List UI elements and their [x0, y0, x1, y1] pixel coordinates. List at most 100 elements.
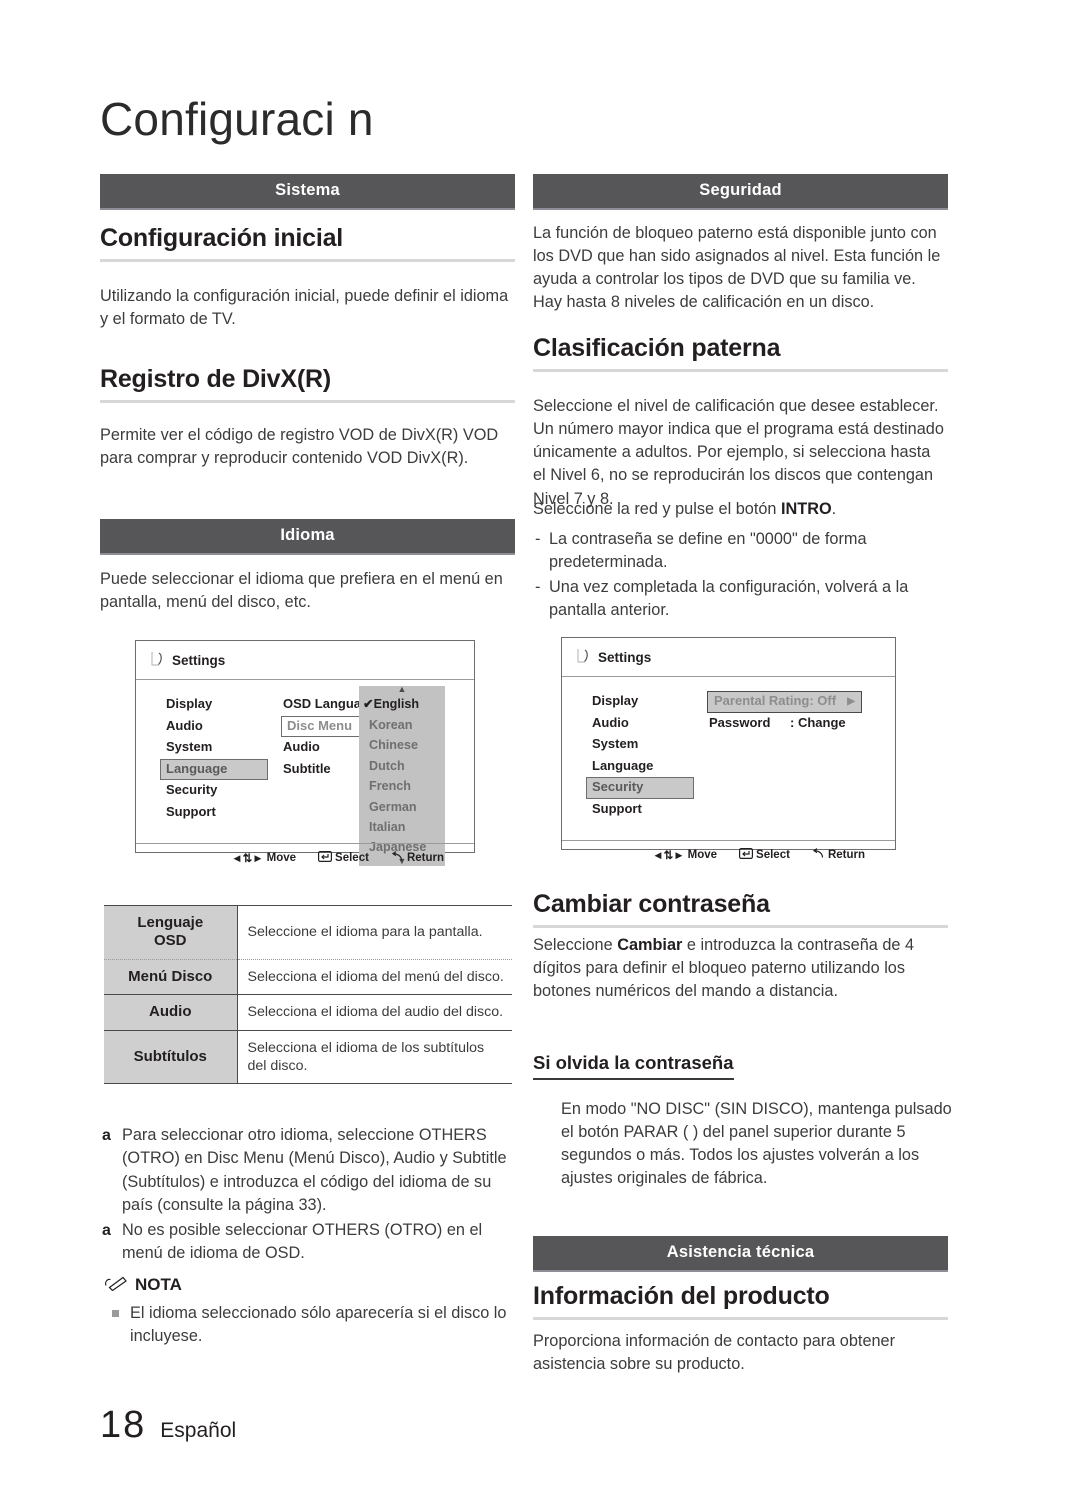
- page-language-label: Español: [160, 1419, 237, 1442]
- hint-move-label: Move: [687, 849, 718, 861]
- dropdown-item-french[interactable]: French: [359, 776, 445, 796]
- page-footer: 18 Español: [100, 1404, 236, 1447]
- cambiar-option-ref: Cambiar: [617, 936, 683, 954]
- para-informacion-producto: Proporciona información de contacto para…: [533, 1332, 896, 1374]
- table-term-label: Lenguaje OSD: [137, 914, 204, 950]
- dropdown-item-korean[interactable]: Korean: [359, 714, 445, 734]
- table-term-osd-language: Lenguaje OSD: [104, 905, 238, 960]
- para-seguridad: La función de bloqueo paterno está dispo…: [533, 224, 941, 312]
- osd-title-bar: Settings: [562, 638, 895, 677]
- a-note-text: No es posible seleccionar OTHERS (OTRO) …: [122, 1220, 483, 1263]
- nota-item-text: El idioma seleccionado sólo aparecería s…: [130, 1304, 507, 1346]
- osd-menu-item-system[interactable]: System: [160, 737, 268, 759]
- para-pre-text: Seleccione: [533, 936, 618, 954]
- para-idioma: Puede seleccionar el idioma que prefiera…: [100, 570, 503, 612]
- table-term-menu-disco: Menú Disco: [104, 959, 238, 996]
- subheading-si-olvida-contrasena: Si olvida la contraseña: [533, 1052, 734, 1080]
- nota-block: NOTA El idioma seleccionado sólo aparece…: [104, 1274, 516, 1348]
- heading-registro-divx: Registro de DivX(R): [100, 365, 515, 403]
- hint-move-label: Move: [266, 852, 297, 864]
- osd-left-menu: Display Audio System Language Security S…: [586, 691, 694, 820]
- osd-menu-item-support[interactable]: Support: [586, 799, 694, 821]
- a-bullet-icon: a: [102, 1127, 111, 1144]
- a-note-text: Para seleccionar otro idioma, seleccione…: [122, 1126, 507, 1215]
- osd-menu-item-language[interactable]: Language: [586, 756, 694, 778]
- table-term-subtitulos: Subtítulos: [104, 1030, 238, 1084]
- para-post-text: .: [831, 500, 837, 518]
- hint-select: Select: [739, 848, 790, 862]
- dash-bullet-icon: -: [535, 578, 541, 597]
- osd-menu-item-display[interactable]: Display: [160, 694, 268, 716]
- hint-return-label: Return: [827, 849, 865, 861]
- osd-row-password[interactable]: Password : Change: [707, 713, 862, 735]
- return-arrow-icon: [391, 851, 404, 865]
- dash-bullet-icon: -: [535, 530, 541, 548]
- table-row: Lenguaje OSD Seleccione el idioma para l…: [104, 905, 512, 960]
- heading-clasificacion-paterna: Clasificación paterna: [533, 334, 948, 372]
- dash-note-text: Una vez completada la configuración, vol…: [549, 578, 909, 620]
- osd-menu-item-display[interactable]: Display: [586, 691, 694, 713]
- hint-move: ◄⇅► Move: [231, 851, 296, 865]
- table-row: Audio Selecciona el idioma del audio del…: [104, 994, 512, 1031]
- a-notes-list: a Para seleccionar otro idioma, seleccio…: [100, 1124, 512, 1267]
- nota-items-list: El idioma seleccionado sólo aparecería s…: [104, 1302, 516, 1348]
- osd-settings-rows: Parental Rating : Off ▶ Password : Chang…: [707, 691, 862, 734]
- hint-return: Return: [812, 848, 865, 862]
- dropdown-scroll-up-icon[interactable]: ▲: [359, 685, 445, 694]
- osd-row-label: Parental Rating: [714, 693, 810, 708]
- hint-return-label: Return: [406, 852, 444, 864]
- table-row: Subtítulos Selecciona el idioma de los s…: [104, 1030, 512, 1084]
- hint-return: Return: [391, 851, 444, 865]
- dpad-icon: ◄⇅►: [652, 850, 685, 862]
- osd-menu-item-security[interactable]: Security: [586, 777, 694, 799]
- return-arrow-icon: [812, 848, 825, 862]
- list-item: a No es posible seleccionar OTHERS (OTRO…: [100, 1219, 512, 1266]
- gear-icon: [150, 651, 169, 670]
- table-term-audio: Audio: [104, 994, 238, 1031]
- right-arrow-icon[interactable]: ▶: [847, 696, 855, 707]
- dropdown-item-label: English: [373, 697, 420, 712]
- para-configuracion-inicial: Utilizando la configuración inicial, pue…: [100, 287, 509, 329]
- osd-language-dropdown[interactable]: ▲ ✔English Korean Chinese Dutch French G…: [359, 685, 445, 866]
- osd-title-text: Settings: [598, 650, 652, 665]
- dash-note-text: La contraseña se define en "0000" de for…: [549, 530, 867, 572]
- osd-row-value: : Off: [809, 693, 837, 708]
- hint-select-label: Select: [335, 852, 369, 864]
- hint-select: Select: [318, 851, 369, 865]
- heading-cambiar-contrasena: Cambiar contraseña: [533, 890, 948, 928]
- nota-label: NOTA: [135, 1275, 182, 1294]
- dropdown-item-german[interactable]: German: [359, 796, 445, 816]
- osd-row-parental-rating[interactable]: Parental Rating : Off ▶: [707, 691, 862, 713]
- dropdown-item-chinese[interactable]: Chinese: [359, 735, 445, 755]
- square-bullet-icon: [112, 1310, 119, 1317]
- para-si-olvida-contrasena: En modo "NO DISC" (SIN DISCO), mantenga …: [561, 1100, 952, 1188]
- osd-footer-hints: ◄⇅► Move Select Return: [136, 843, 474, 865]
- osd-menu-item-system[interactable]: System: [586, 734, 694, 756]
- a-bullet-icon: a: [102, 1221, 111, 1239]
- osd-title-text: Settings: [172, 653, 226, 668]
- dropdown-item-italian[interactable]: Italian: [359, 817, 445, 837]
- hint-select-label: Select: [756, 849, 790, 861]
- nota-heading: NOTA: [104, 1274, 516, 1296]
- osd-menu-item-audio[interactable]: Audio: [160, 716, 268, 738]
- section-bar-seguridad: Seguridad: [533, 174, 948, 210]
- osd-menu-item-language[interactable]: Language: [160, 758, 268, 781]
- list-item: - Una vez completada la configuración, v…: [535, 576, 946, 622]
- para-clasificacion-paterna-2: Seleccione la red y pulse el botón INTRO…: [533, 498, 946, 521]
- osd-menu-item-security[interactable]: Security: [160, 780, 268, 802]
- table-row: Menú Disco Selecciona el idioma del menú…: [104, 959, 512, 996]
- heading-configuracion-inicial: Configuración inicial: [100, 224, 515, 262]
- table-desc-subtitulos: Selecciona el idioma de los subtítulos d…: [247, 1039, 485, 1074]
- para-cambiar-contrasena: Seleccione Cambiar e introduzca la contr…: [533, 934, 946, 1003]
- osd-menu-item-support[interactable]: Support: [160, 802, 268, 824]
- page-number: 18: [100, 1404, 147, 1446]
- osd-menu-item-audio[interactable]: Audio: [586, 713, 694, 735]
- section-bar-idioma: Idioma: [100, 519, 515, 555]
- dropdown-item-english[interactable]: ✔English: [359, 694, 445, 714]
- dropdown-item-dutch[interactable]: Dutch: [359, 755, 445, 775]
- gear-icon: [576, 648, 595, 667]
- osd-footer-hints: ◄⇅► Move Select Return: [562, 840, 895, 862]
- heading-informacion-producto: Información del producto: [533, 1282, 948, 1320]
- section-bar-asistencia-tecnica: Asistencia técnica: [533, 1236, 948, 1272]
- dpad-icon: ◄⇅►: [231, 853, 264, 865]
